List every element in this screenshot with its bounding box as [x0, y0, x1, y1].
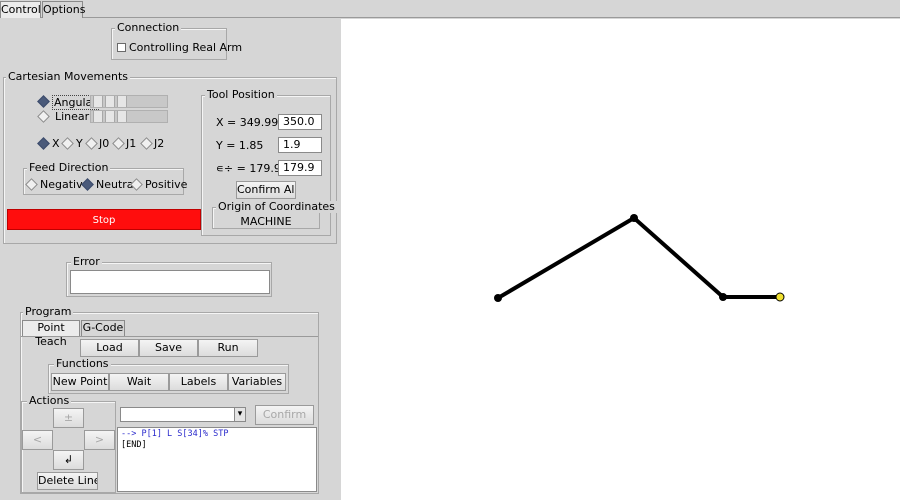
connection-title: Connection — [115, 21, 182, 34]
arm-links — [496, 216, 780, 300]
feed-direction-title: Feed Direction — [27, 161, 111, 174]
move-right-button[interactable]: > — [84, 430, 115, 450]
linear-slider-thumb[interactable] — [117, 111, 127, 122]
linear-slider[interactable] — [90, 110, 168, 123]
wait-button[interactable]: Wait — [109, 373, 169, 391]
point-type-combo[interactable]: ▾ — [120, 407, 246, 422]
code-line[interactable]: [END] — [121, 440, 313, 451]
linear-slider-thumb[interactable] — [93, 111, 103, 122]
feed-positive-label: Positive — [145, 178, 188, 191]
actions-title: Actions — [27, 394, 72, 407]
arm-joint-marker — [719, 293, 727, 301]
arm-joint-marker — [630, 214, 638, 222]
error-message-field — [70, 270, 270, 294]
tab-g-code[interactable]: G-Code — [81, 320, 125, 336]
controlling-real-arm-checkbox[interactable] — [117, 43, 126, 52]
confirm-button[interactable]: Confirm — [255, 405, 314, 425]
origin-of-coordinates-title: Origin of Coordinates — [216, 200, 337, 213]
y-position-readout: Y = 1.85 — [216, 139, 264, 152]
angular-slider-thumb[interactable] — [105, 96, 115, 107]
angular-slider-thumb[interactable] — [117, 96, 127, 107]
angular-slider-thumb[interactable] — [93, 96, 103, 107]
program-code-editor[interactable]: --> P[1] L S[34]% STP [END] — [117, 427, 317, 492]
code-line[interactable]: --> P[1] L S[34]% STP — [121, 429, 313, 440]
angular-slider[interactable] — [90, 95, 168, 108]
linear-slider-thumb[interactable] — [105, 111, 115, 122]
program-tab-divider — [21, 336, 318, 337]
move-up-button[interactable]: ± — [53, 408, 84, 428]
error-title: Error — [71, 255, 102, 268]
delete-line-button[interactable]: Delete Line — [37, 472, 98, 490]
labels-button[interactable]: Labels — [169, 373, 228, 391]
functions-title: Functions — [54, 357, 111, 370]
tool-position-title: Tool Position — [205, 88, 277, 101]
y-position-input[interactable]: 1.9 — [278, 137, 322, 153]
new-point-button[interactable]: New Point — [51, 373, 109, 391]
cartesian-movements-title: Cartesian Movements — [6, 70, 131, 83]
move-left-button[interactable]: < — [22, 430, 53, 450]
variables-button[interactable]: Variables — [228, 373, 286, 391]
chevron-down-icon[interactable]: ▾ — [234, 408, 245, 421]
x-position-readout: X = 349.99 — [216, 116, 279, 129]
tool-tip-marker — [775, 292, 785, 302]
tab-point-teach[interactable]: Point Teach — [22, 320, 80, 348]
axis-label-j0: J0 — [99, 137, 110, 150]
save-button[interactable]: Save — [139, 339, 198, 357]
stop-button[interactable]: Stop — [7, 209, 201, 230]
axis-label-x: X — [52, 137, 60, 150]
x-position-input[interactable]: 350.0 — [278, 114, 322, 130]
origin-of-coordinates-value[interactable]: MACHINE — [212, 215, 320, 228]
axis-label-j2: J2 — [154, 137, 165, 150]
confirm-all-button[interactable]: Confirm All — [236, 181, 296, 199]
angle-input[interactable]: 179.9 — [278, 160, 322, 176]
axis-label-j1: J1 — [126, 137, 137, 150]
load-button[interactable]: Load — [80, 339, 139, 357]
linear-label: Linear — [55, 110, 90, 123]
run-button[interactable]: Run — [198, 339, 258, 357]
insert-line-button[interactable]: ↲ — [53, 450, 84, 470]
program-title: Program — [23, 305, 74, 318]
axis-label-y: Y — [76, 137, 83, 150]
controlling-real-arm-label: Controlling Real Arm — [129, 41, 243, 54]
arm-joint-marker — [494, 294, 502, 302]
